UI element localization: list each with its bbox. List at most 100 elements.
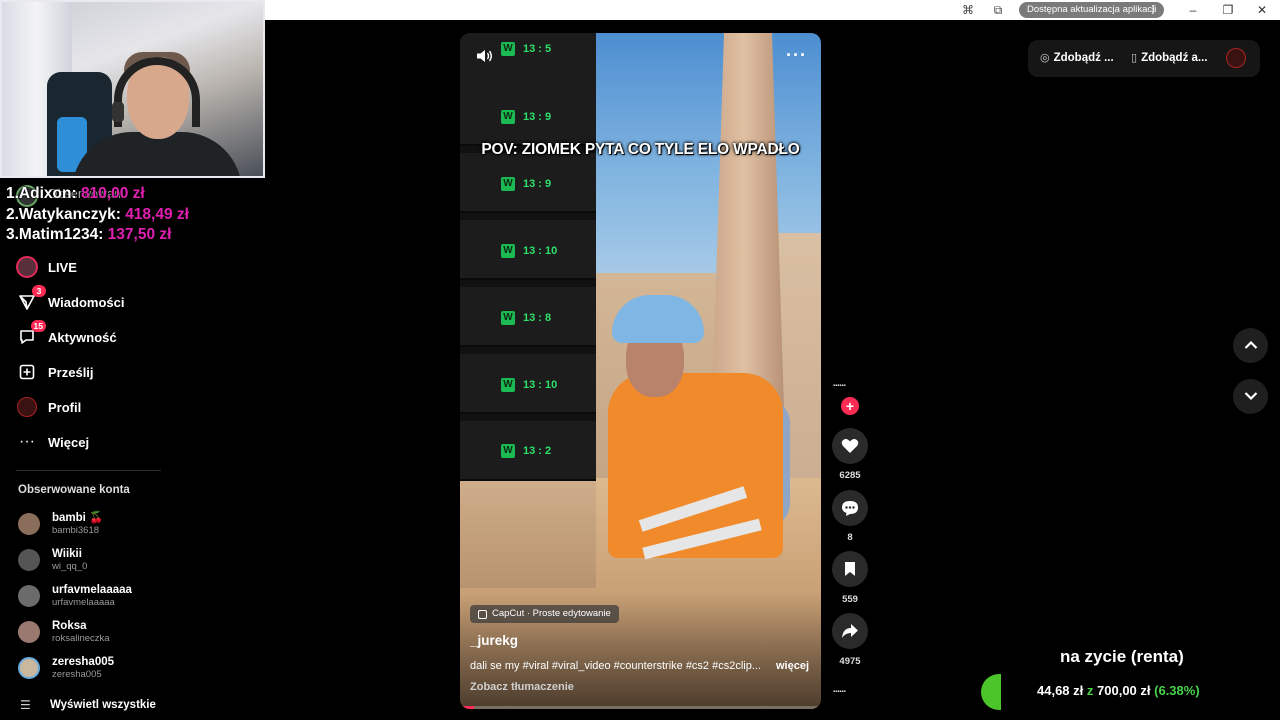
restore-button[interactable]: ❐	[1218, 2, 1238, 18]
update-available-button[interactable]: Dostępna aktualizacja aplikacji ⋮	[1019, 2, 1164, 18]
see-translation-link[interactable]: Zobacz tłumaczenie	[470, 681, 574, 693]
score-value: 13 : 8	[523, 312, 552, 324]
show-all-label: Wyświetl wszystkie	[50, 699, 156, 711]
get-app-button[interactable]: ▯ Zdobądź a...	[1131, 51, 1208, 65]
activity-badge: 15	[30, 320, 46, 332]
followed-account[interactable]: urfavmelaaaaa urfavmelaaaaa	[18, 584, 132, 608]
donor-name: 1.Adixon:	[6, 185, 77, 202]
chevron-up-icon	[1244, 340, 1257, 349]
previous-video-button[interactable]	[1233, 328, 1268, 363]
nav-profile[interactable]: Profil	[16, 394, 81, 420]
webcam-overlay	[0, 0, 265, 178]
win-badge: W	[501, 311, 515, 325]
translate-icon[interactable]: ⌘	[961, 3, 975, 17]
save-button[interactable]	[832, 551, 868, 587]
donation-amount: 137,50 zł	[107, 226, 172, 243]
bookmark-icon	[845, 562, 855, 576]
get-coins-label: Zdobądź ...	[1053, 51, 1114, 64]
nav-activity[interactable]: 15 Aktywność	[16, 320, 117, 350]
video-author[interactable]: _jurekg	[470, 633, 518, 648]
nav-live[interactable]: LIVE	[16, 254, 77, 280]
video-player[interactable]: W 13 : 5 W 13 : 9 W 13 : 9 W 13 : 10 W 1…	[460, 33, 821, 709]
video-description: dali se my #viral #viral_video #counters…	[470, 660, 762, 672]
video-progress-bar[interactable]	[460, 706, 821, 709]
comment-button[interactable]	[832, 490, 868, 526]
score-row: W 13 : 2	[460, 421, 596, 481]
score-value: 13 : 9	[523, 178, 552, 190]
video-progress-fill	[460, 706, 475, 709]
get-coins-button[interactable]: ◎ Zdobądź ...	[1040, 51, 1114, 65]
score-row: W 13 : 10	[460, 220, 596, 280]
user-avatar[interactable]	[1226, 48, 1246, 68]
get-app-label: Zdobądź a...	[1141, 51, 1208, 64]
account-handle: bambi3618	[52, 525, 100, 536]
avatar	[18, 513, 40, 535]
donation-amount: 810,00 zł	[80, 185, 145, 202]
more-icon: ···	[19, 433, 35, 450]
nav-more-label: Więcej	[48, 434, 90, 450]
show-all-accounts-button[interactable]: ☰ Wyświetl wszystkie	[20, 698, 156, 712]
follow-button[interactable]: +	[841, 397, 859, 415]
message-icon: 3	[16, 285, 46, 313]
win-badge: W	[501, 177, 515, 191]
donor-name: 3.Matim1234:	[6, 226, 104, 243]
win-badge: W	[501, 444, 515, 458]
more-options-icon[interactable]: ···	[786, 45, 807, 66]
match-score-list: W 13 : 5 W 13 : 9 W 13 : 9 W 13 : 10 W 1…	[460, 33, 596, 481]
win-badge: W	[501, 244, 515, 258]
followed-account[interactable]: bambi 🍒 bambi3618	[18, 512, 103, 536]
score-value: 13 : 10	[523, 245, 558, 257]
nav-live-label: LIVE	[48, 259, 77, 275]
close-window-button[interactable]: ✕	[1252, 2, 1272, 18]
sidebar-divider	[16, 470, 161, 471]
score-value: 13 : 2	[523, 445, 552, 457]
score-row: W 13 : 8	[460, 287, 596, 347]
avatar	[18, 549, 40, 571]
messages-badge: 3	[32, 285, 46, 297]
live-icon	[16, 256, 38, 278]
nav-more[interactable]: ··· Więcej	[16, 429, 89, 455]
volume-icon[interactable]	[472, 47, 496, 71]
activity-icon: 15	[16, 320, 46, 348]
followed-accounts-title: Obserwowane konta	[18, 484, 130, 496]
share-button[interactable]	[832, 613, 868, 649]
nav-profile-label: Profil	[48, 399, 82, 415]
nav-activity-label: Aktywność	[48, 329, 117, 345]
avatar	[18, 621, 40, 643]
like-button[interactable]	[832, 428, 868, 464]
donation-goal-title: na zycie (renta)	[1060, 647, 1184, 666]
avatar	[18, 585, 40, 607]
window-titlebar: ⌘ ⧉ Dostępna aktualizacja aplikacji ⋮ – …	[264, 0, 1280, 20]
capcut-tag[interactable]: CapCut · Proste edytowanie	[470, 605, 619, 623]
nav-upload-label: Prześlij	[48, 364, 94, 380]
goal-progress-icon	[981, 674, 1001, 710]
next-video-button[interactable]	[1233, 379, 1268, 414]
creator-avatar[interactable]: ▪▪▪▪▪▪	[833, 383, 867, 389]
score-row: W 13 : 10	[460, 354, 596, 414]
update-label: Dostępna aktualizacja aplikacji	[1027, 4, 1157, 15]
account-name: zeresha005	[52, 656, 115, 668]
nav-upload[interactable]: Prześlij	[16, 359, 94, 385]
save-count: 559	[842, 594, 858, 605]
account-handle: roksalineczka	[52, 633, 110, 644]
score-value: 13 : 5	[523, 43, 552, 55]
share-count: 4975	[839, 656, 861, 667]
phone-icon: ▯	[1131, 52, 1138, 64]
account-name: urfavmelaaaaa	[52, 584, 132, 596]
goal-percent: (6.38%)	[1154, 683, 1200, 698]
account-handle: wi_qq_0	[52, 561, 88, 572]
description-more-link[interactable]: więcej	[776, 660, 809, 672]
followed-account[interactable]: Wiikii wi_qq_0	[18, 548, 87, 572]
video-caption-overlay: POV: ZIOMEK PYTA CO TYLE ELO WPADŁO	[481, 141, 800, 158]
score-value: 13 : 9	[523, 111, 552, 123]
minimize-button[interactable]: –	[1183, 2, 1203, 18]
followed-account[interactable]: zeresha005 zeresha005	[18, 656, 114, 680]
nav-messages[interactable]: 3 Wiadomości	[16, 285, 124, 315]
followed-account[interactable]: Roksa roksalineczka	[18, 620, 110, 644]
goal-target: 700,00 zł	[1097, 683, 1151, 698]
extension-icon[interactable]: ⧉	[991, 3, 1005, 17]
list-icon: ☰	[20, 698, 31, 712]
music-disc-icon[interactable]: ▪▪▪▪▪▪	[833, 689, 867, 695]
goal-of: z	[1086, 683, 1094, 698]
top-right-toolbar: ◎ Zdobądź ... ▯ Zdobądź a...	[1028, 40, 1260, 77]
